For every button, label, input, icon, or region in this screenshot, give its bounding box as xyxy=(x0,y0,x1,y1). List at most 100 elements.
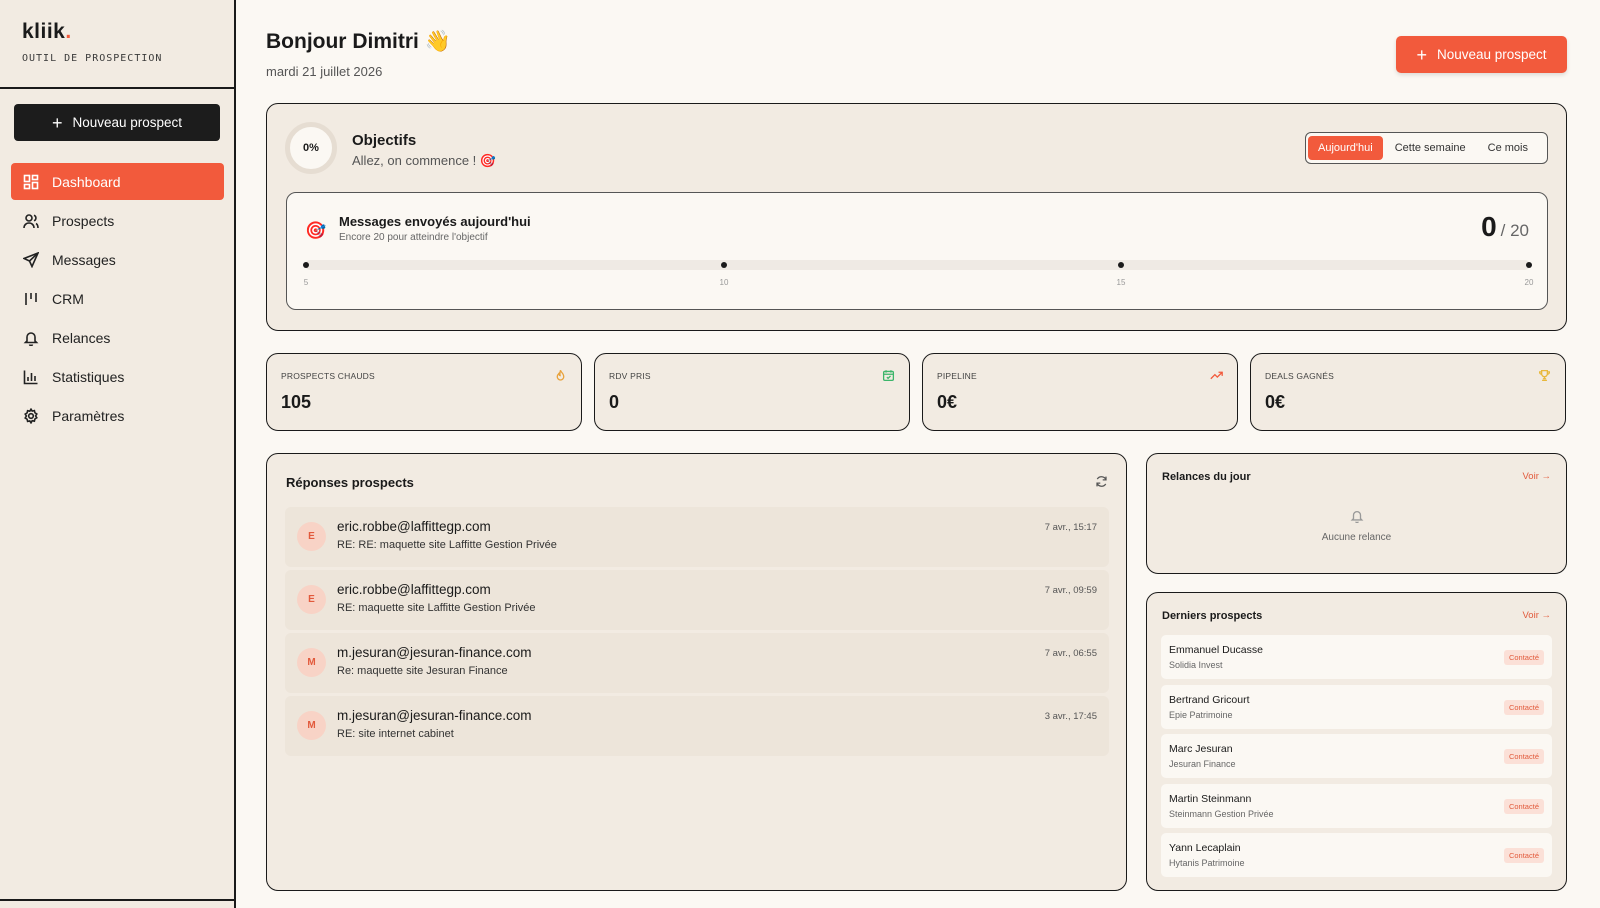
calendar-icon xyxy=(882,370,895,382)
sidebar-nav: Dashboard Prospects Messages CRM Relance… xyxy=(11,163,224,436)
kanban-icon xyxy=(25,292,37,305)
relances-empty-text: Aucune relance xyxy=(1321,532,1392,543)
prospect-company: Solidia Invest xyxy=(1169,660,1223,670)
objectives-card: 0% Objectifs Allez, on commence ! 🎯 Aujo… xyxy=(266,103,1567,331)
sidebar-new-prospect-button[interactable]: + Nouveau prospect xyxy=(14,104,220,141)
response-item[interactable]: E eric.robbe@laffittegp.com RE: RE: maqu… xyxy=(285,507,1109,567)
stat-card-deals-won[interactable]: DEALS GAGNÉS 0€ xyxy=(1250,353,1566,431)
status-badge: Contacté xyxy=(1503,798,1544,814)
response-item[interactable]: M m.jesuran@jesuran-finance.com Re: maqu… xyxy=(285,633,1109,693)
prospect-name: Bertrand Gricourt xyxy=(1169,693,1250,706)
prospect-company: Steinmann Gestion Privée xyxy=(1169,808,1274,819)
prospect-name: Martin Steinmann xyxy=(1169,792,1252,805)
response-time: 7 avr., 15:17 xyxy=(1044,522,1097,533)
prospect-item[interactable]: Yann Lecaplain Hytanis Patrimoine Contac… xyxy=(1161,833,1552,877)
relances-card: Relances du jour Voir → Aucune relance xyxy=(1146,453,1567,574)
prospect-item[interactable]: Martin Steinmann Steinmann Gestion Privé… xyxy=(1161,783,1552,828)
messages-sent-panel: 🎯 Messages envoyés aujourd'hui Encore 20… xyxy=(286,192,1548,310)
trending-up-icon xyxy=(1210,371,1223,380)
period-selector: Aujourd'hui Cette semaine Ce mois xyxy=(1305,132,1548,164)
stat-card-meetings[interactable]: RDV PRIS 0 xyxy=(594,353,910,431)
avatar: E xyxy=(297,522,326,551)
prospect-company: Hytanis Patrimoine xyxy=(1169,858,1245,868)
messages-progress-track xyxy=(305,260,1530,270)
plus-icon: + xyxy=(1416,44,1427,65)
sidebar-item-crm[interactable]: CRM xyxy=(11,280,224,317)
response-subject: RE: site internet cabinet xyxy=(337,728,454,740)
prospect-name: Emmanuel Ducasse xyxy=(1169,644,1263,656)
response-item[interactable]: E eric.robbe@laffittegp.com RE: maquette… xyxy=(285,570,1109,630)
response-time: 3 avr., 17:45 xyxy=(1044,711,1097,722)
target-icon: 🎯 xyxy=(305,221,327,240)
status-badge: Contacté xyxy=(1503,848,1544,863)
objectives-title: Objectifs xyxy=(352,132,417,149)
page-title: Bonjour Dimitri 👋 xyxy=(266,30,451,53)
response-from: m.jesuran@jesuran-finance.com xyxy=(337,708,532,723)
prospect-item[interactable]: Marc Jesuran Jesuran Finance Contacté xyxy=(1161,734,1552,778)
progress-tick-label: 5 xyxy=(303,278,309,287)
response-subject: RE: RE: maquette site Laffitte Gestion P… xyxy=(337,539,557,551)
gear-icon xyxy=(24,407,38,424)
prospect-company: Jesuran Finance xyxy=(1169,759,1236,769)
prospect-item[interactable]: Emmanuel Ducasse Solidia Invest Contacté xyxy=(1161,635,1552,679)
messages-sent-value: 0 xyxy=(1481,211,1497,242)
bell-icon xyxy=(1350,510,1363,523)
response-time: 7 avr., 09:59 xyxy=(1044,585,1097,596)
sidebar: kliik. OUTIL DE PROSPECTION + Nouveau pr… xyxy=(0,0,236,908)
response-from: m.jesuran@jesuran-finance.com xyxy=(337,645,532,660)
refresh-icon[interactable] xyxy=(1095,475,1108,488)
relances-title: Relances du jour xyxy=(1162,471,1251,483)
tab-this-month[interactable]: Ce mois xyxy=(1478,136,1538,160)
stat-card-hot-prospects[interactable]: PROSPECTS CHAUDS 105 xyxy=(266,353,582,431)
tab-today[interactable]: Aujourd'hui xyxy=(1308,136,1383,160)
progress-tick xyxy=(303,262,309,268)
relances-voir-link[interactable]: Voir → xyxy=(1522,471,1551,482)
bell-icon xyxy=(23,331,39,346)
progress-ring: 0% xyxy=(285,122,337,174)
responses-card: Réponses prospects E eric.robbe@laffitte… xyxy=(266,453,1127,891)
responses-title: Réponses prospects xyxy=(286,475,414,490)
prospect-item[interactable]: Bertrand Gricourt Epie Patrimoine Contac… xyxy=(1161,684,1552,729)
prospect-name: Marc Jesuran xyxy=(1169,743,1233,755)
response-item[interactable]: M m.jesuran@jesuran-finance.com RE: site… xyxy=(285,696,1109,756)
bar-chart-icon xyxy=(23,370,38,384)
sidebar-divider xyxy=(0,87,234,89)
trophy-icon xyxy=(1538,369,1551,382)
sidebar-item-statistiques[interactable]: Statistiques xyxy=(11,358,224,395)
latest-prospects-voir-link[interactable]: Voir → xyxy=(1522,610,1551,621)
response-from: eric.robbe@laffittegp.com xyxy=(337,519,491,534)
sidebar-item-dashboard[interactable]: Dashboard xyxy=(11,163,224,200)
tagline: OUTIL DE PROSPECTION xyxy=(22,53,163,64)
latest-prospects-card: Derniers prospects Voir → Emmanuel Ducas… xyxy=(1146,592,1567,891)
status-badge: Contacté xyxy=(1503,650,1544,665)
sidebar-item-prospects[interactable]: Prospects xyxy=(11,202,224,239)
new-prospect-button[interactable]: + Nouveau prospect xyxy=(1396,36,1567,73)
sidebar-item-relances[interactable]: Relances xyxy=(11,319,224,356)
progress-tick-label: 20 xyxy=(1524,278,1534,287)
response-subject: Re: maquette site Jesuran Finance xyxy=(337,665,508,677)
avatar: M xyxy=(297,648,326,677)
status-badge: Contacté xyxy=(1503,699,1544,715)
progress-tick-label: 10 xyxy=(719,278,729,287)
avatar: E xyxy=(297,585,326,614)
progress-tick-label: 15 xyxy=(1116,278,1126,287)
logo[interactable]: kliik. xyxy=(22,20,72,44)
users-icon xyxy=(23,213,39,228)
latest-prospects-title: Derniers prospects xyxy=(1162,610,1263,622)
prospect-name: Yann Lecaplain xyxy=(1169,842,1241,854)
messages-sent-subtitle: Encore 20 pour atteindre l'objectif xyxy=(339,232,488,243)
messages-goal-value: / 20 xyxy=(1500,221,1529,240)
flame-icon xyxy=(556,370,565,381)
sidebar-item-messages[interactable]: Messages xyxy=(11,241,224,278)
sidebar-bottom-divider xyxy=(0,899,234,901)
response-from: eric.robbe@laffittegp.com xyxy=(337,582,491,597)
tab-this-week[interactable]: Cette semaine xyxy=(1385,136,1476,160)
responses-list: E eric.robbe@laffittegp.com RE: RE: maqu… xyxy=(285,507,1109,759)
stat-card-pipeline[interactable]: PIPELINE 0€ xyxy=(922,353,1238,431)
response-time: 7 avr., 06:55 xyxy=(1044,648,1097,659)
sidebar-item-parametres[interactable]: Paramètres xyxy=(11,397,224,434)
current-date: mardi 21 juillet 2026 xyxy=(266,64,383,79)
progress-tick xyxy=(1526,262,1532,268)
progress-tick xyxy=(1118,262,1124,268)
latest-prospects-list: Emmanuel Ducasse Solidia Invest Contacté… xyxy=(1161,635,1552,883)
